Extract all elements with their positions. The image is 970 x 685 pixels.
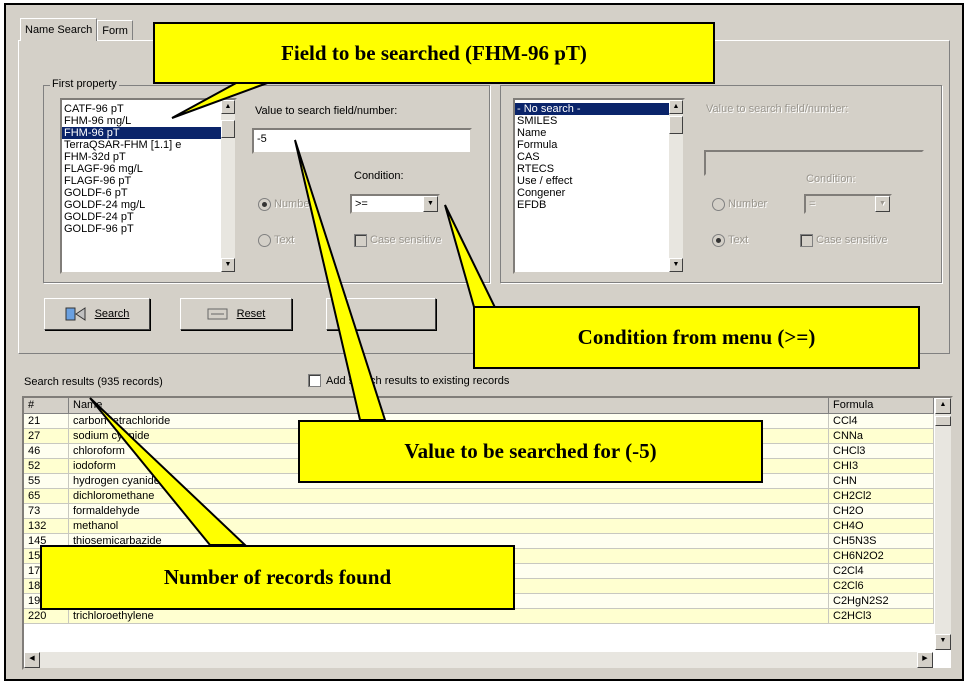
field-pointer (171, 81, 271, 119)
value-pointer (294, 139, 387, 421)
callout-condition: Condition from menu (>=) (473, 306, 920, 369)
tab-name-search[interactable]: Name Search (20, 18, 98, 41)
callout-field: Field to be searched (FHM-96 pT) (153, 22, 715, 84)
callout-value: Value to be searched for (-5) (298, 420, 763, 483)
records-pointer (89, 397, 248, 546)
callout-records: Number of records found (40, 545, 515, 610)
